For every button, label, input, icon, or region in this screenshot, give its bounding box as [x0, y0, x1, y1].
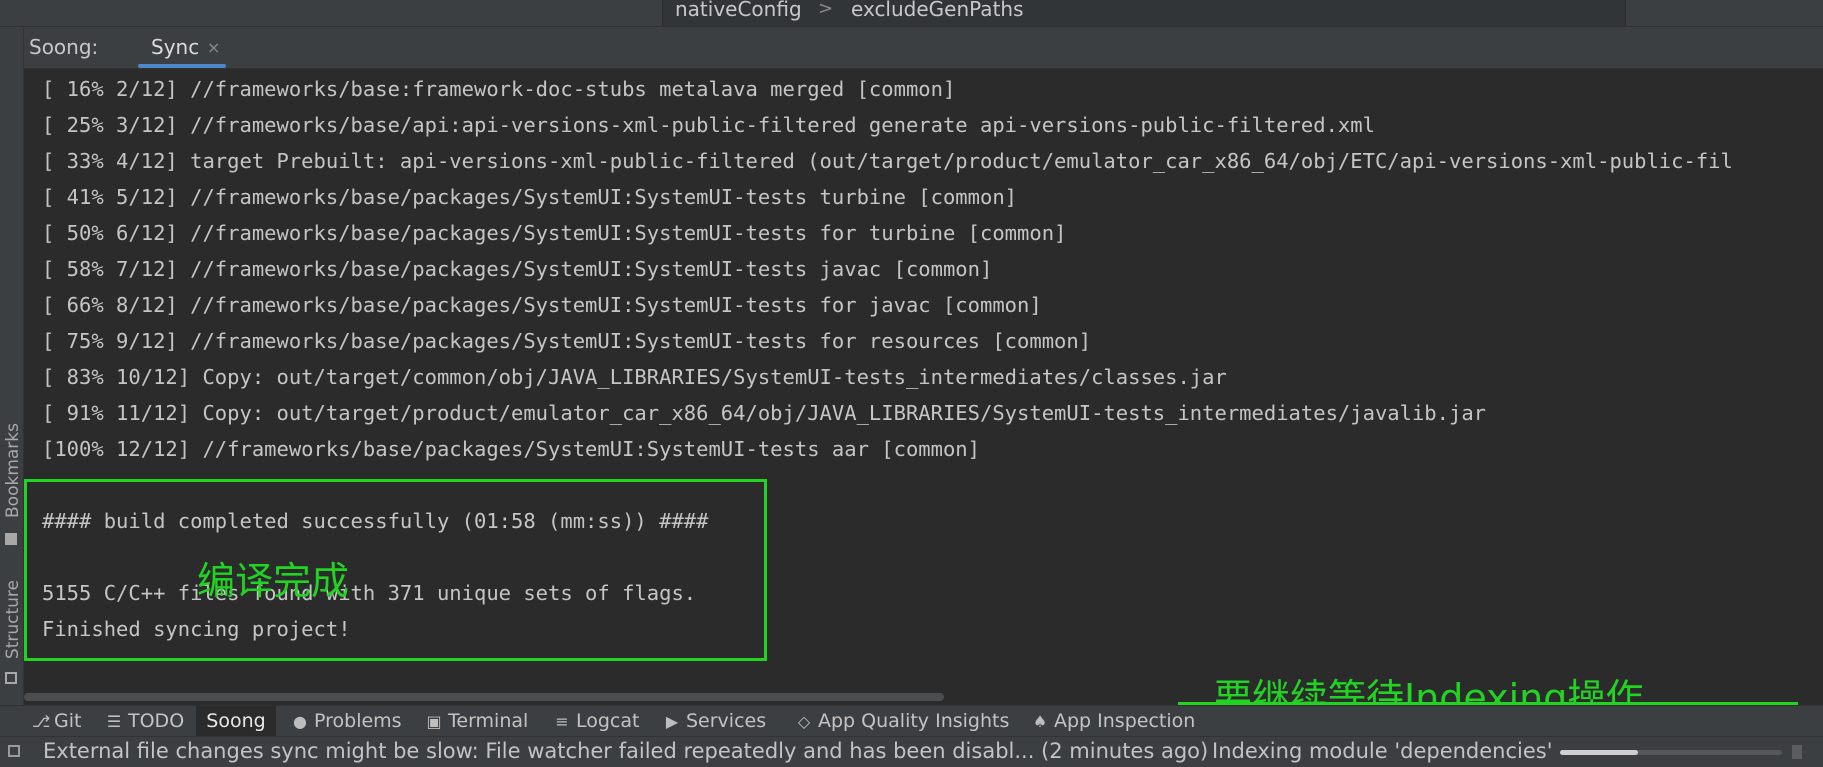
- left-tool-stripe: Bookmarks Structure: [0, 27, 24, 705]
- cancel-indexing-button[interactable]: [1792, 745, 1802, 759]
- breadcrumb-separator: >: [818, 0, 834, 19]
- app-inspection-tool-label: App Inspection: [1054, 710, 1196, 732]
- tab-sync-label: Sync: [151, 35, 200, 59]
- tool-window-title: Soong:: [29, 35, 99, 59]
- logcat-tool-button[interactable]: ≡ Logcat: [554, 706, 639, 736]
- logcat-tool-label: Logcat: [576, 710, 640, 732]
- git-tool-button[interactable]: ⎇ Git: [32, 706, 81, 736]
- services-tool-button[interactable]: ▶ Services: [664, 706, 766, 736]
- console-line: [ 91% 11/12] Copy: out/target/product/em…: [42, 401, 1487, 425]
- android-icon: ♠: [1032, 711, 1048, 731]
- console-line: [ 58% 7/12] //frameworks/base/packages/S…: [42, 257, 993, 281]
- breadcrumb: nativeConfig > excludeGenPaths: [662, 0, 1626, 26]
- console-line: [ 66% 8/12] //frameworks/base/packages/S…: [42, 293, 1042, 317]
- indexing-status[interactable]: Indexing module 'dependencies': [1212, 739, 1553, 763]
- indexing-progress-fill: [1560, 750, 1638, 755]
- indexing-progress-bar[interactable]: [1560, 750, 1782, 755]
- status-bar: External file changes sync might be slow…: [0, 736, 1823, 767]
- problems-tool-label: Problems: [314, 710, 402, 732]
- bookmarks-stripe-button[interactable]: Bookmarks: [3, 423, 23, 522]
- horizontal-scrollbar[interactable]: [24, 693, 944, 701]
- soong-tool-window-header: Soong: Sync ×: [24, 27, 1823, 69]
- todo-tool-label: TODO: [128, 710, 185, 732]
- close-icon[interactable]: ×: [207, 38, 220, 57]
- console-line: [ 41% 5/12] //frameworks/base/packages/S…: [42, 185, 1018, 209]
- soong-tool-label: Soong: [206, 710, 266, 732]
- toggle-tool-windows-icon[interactable]: [8, 745, 20, 757]
- breadcrumb-bar: nativeConfig > excludeGenPaths: [0, 0, 1823, 27]
- terminal-tool-label: Terminal: [448, 710, 529, 732]
- build-complete-highlight-box: [24, 479, 767, 661]
- app-inspection-tool-button[interactable]: ♠ App Inspection: [1032, 706, 1195, 736]
- console-line: [ 25% 3/12] //frameworks/base/api:api-ve…: [42, 113, 1375, 137]
- terminal-icon: ▣: [426, 711, 442, 731]
- bottom-tool-stripe: ⎇ Git ☰ TODO Soong ● Problems ▣ Terminal…: [0, 705, 1823, 736]
- structure-stripe-button[interactable]: Structure: [3, 580, 23, 663]
- todo-tool-button[interactable]: ☰ TODO: [106, 706, 184, 736]
- structure-label: Structure: [3, 580, 23, 660]
- annotation-build-complete: 编译完成: [197, 559, 350, 603]
- info-icon: ●: [293, 711, 307, 731]
- bookmark-icon: [5, 533, 17, 545]
- console-line: [ 75% 9/12] //frameworks/base/packages/S…: [42, 329, 1092, 353]
- status-message[interactable]: External file changes sync might be slow…: [43, 739, 1208, 763]
- console-line: [ 83% 10/12] Copy: out/target/common/obj…: [42, 365, 1227, 389]
- bookmarks-label: Bookmarks: [3, 423, 23, 518]
- services-tool-label: Services: [686, 710, 767, 732]
- breadcrumb-item-nativeconfig[interactable]: nativeConfig: [675, 0, 802, 21]
- diamond-icon: ◇: [797, 711, 811, 731]
- console-line: [ 50% 6/12] //frameworks/base/packages/S…: [42, 221, 1067, 245]
- list-icon: ☰: [106, 711, 122, 731]
- services-icon: ▶: [665, 711, 679, 731]
- active-tab-indicator: [138, 64, 226, 68]
- console-line: [ 16% 2/12] //frameworks/base:framework-…: [42, 77, 956, 101]
- terminal-tool-button[interactable]: ▣ Terminal: [426, 706, 528, 736]
- tab-sync[interactable]: Sync ×: [121, 27, 226, 68]
- logcat-icon: ≡: [555, 711, 569, 731]
- problems-tool-button[interactable]: ● Problems: [292, 706, 402, 736]
- app-quality-insights-tool-button[interactable]: ◇ App Quality Insights: [796, 706, 1010, 736]
- breadcrumb-item-excludegenpaths[interactable]: excludeGenPaths: [851, 0, 1024, 21]
- app-quality-insights-tool-label: App Quality Insights: [818, 710, 1010, 732]
- git-branch-icon: ⎇: [32, 711, 51, 731]
- console-line: [100% 12/12] //frameworks/base/packages/…: [42, 437, 980, 461]
- console-line: [ 33% 4/12] target Prebuilt: api-version…: [42, 149, 1733, 173]
- git-tool-label: Git: [54, 710, 82, 732]
- soong-tool-button[interactable]: Soong: [196, 706, 276, 736]
- structure-icon: [5, 672, 17, 684]
